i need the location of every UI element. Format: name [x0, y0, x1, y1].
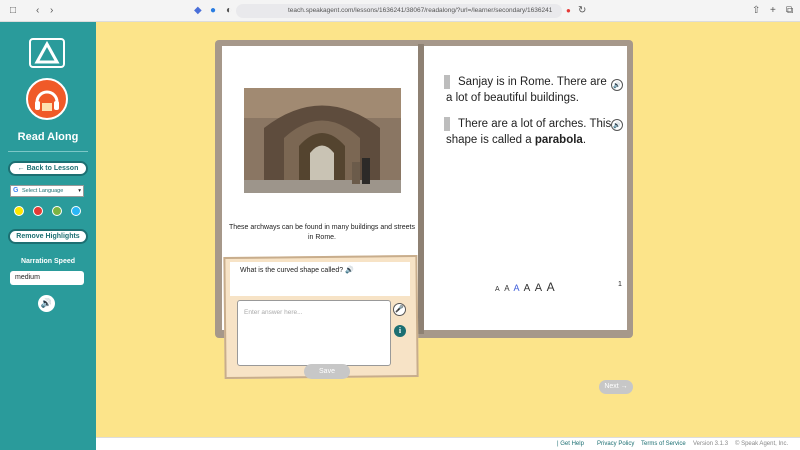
archways-photo: [244, 88, 401, 193]
font-size-option[interactable]: A: [524, 283, 532, 294]
forward-arrow-icon[interactable]: ›: [50, 4, 53, 18]
story-paragraph-1: Sanjay is in Rome. There are a lot of be…: [446, 76, 607, 104]
font-size-selector: A A A A A A: [495, 280, 556, 294]
narration-speed-label: Narration Speed: [20, 258, 76, 265]
address-bar[interactable]: teach.speakagent.com/lessons/1636241/380…: [236, 4, 562, 18]
back-arrow-icon[interactable]: ‹: [36, 4, 39, 18]
highlight-green-button[interactable]: [52, 206, 62, 216]
paragraph-1-speaker-icon[interactable]: 🔊: [611, 79, 623, 91]
info-icon[interactable]: i: [394, 325, 406, 337]
version-text: Version 3.1.3: [693, 441, 729, 447]
page-number: 1: [618, 281, 622, 288]
vocab-word[interactable]: parabola: [535, 134, 583, 146]
paragraph-2-speaker-icon[interactable]: 🔊: [611, 119, 623, 131]
font-size-option[interactable]: A: [535, 282, 543, 294]
record-icon[interactable]: ●: [566, 4, 571, 18]
back-to-lesson-button[interactable]: ← Back to Lesson: [8, 161, 88, 176]
question-label: What is the curved shape called?: [240, 267, 344, 274]
chevron-down-icon: ▾: [78, 188, 81, 194]
narration-speed-select[interactable]: medium: [10, 271, 84, 285]
remove-highlights-button[interactable]: Remove Highlights: [8, 229, 88, 244]
language-select-label: Select Language: [22, 188, 64, 194]
new-tab-icon[interactable]: +: [770, 4, 776, 18]
font-size-option[interactable]: A: [504, 284, 510, 293]
next-button[interactable]: Next →: [599, 380, 633, 394]
highlight-red-button[interactable]: [33, 206, 43, 216]
url-text: teach.speakagent.com/lessons/1636241/380…: [288, 7, 553, 14]
story-paragraph-2-end: .: [582, 134, 587, 146]
question-text: What is the curved shape called? 🔊: [240, 266, 354, 274]
story-paragraph-2-text: There are a lot of arches. This shape is…: [446, 118, 612, 146]
story-paragraph-2: There are a lot of arches. This shape is…: [446, 116, 612, 148]
copyright-text: © Speak Agent, Inc.: [735, 441, 789, 447]
language-select[interactable]: G Select Language ▾: [10, 185, 84, 197]
font-size-option[interactable]: A: [495, 286, 501, 293]
reload-icon[interactable]: ↻: [578, 4, 586, 18]
question-speaker-icon[interactable]: 🔊: [345, 267, 354, 274]
highlight-yellow-button[interactable]: [14, 206, 24, 216]
photo-caption: These archways can be found in many buil…: [229, 224, 415, 241]
google-icon: G: [13, 187, 19, 194]
sidebar-title: Read Along: [17, 131, 79, 143]
verified-icon[interactable]: ●: [210, 4, 216, 18]
save-button[interactable]: Save: [304, 364, 350, 379]
sidebar-toggle-icon[interactable]: □: [10, 4, 16, 18]
book-spine: [418, 44, 424, 334]
share-icon[interactable]: ⇧: [752, 4, 760, 18]
footer: | Get Help Privacy Policy Terms of Servi…: [96, 437, 800, 450]
font-size-option-selected[interactable]: A: [514, 283, 521, 293]
tabs-icon[interactable]: ⧉: [786, 4, 793, 18]
privacy-policy-link[interactable]: Privacy Policy: [597, 438, 634, 450]
narration-speaker-icon[interactable]: 🔊: [38, 295, 55, 312]
font-size-option[interactable]: A: [547, 280, 556, 294]
answer-input[interactable]: Enter answer here...: [237, 300, 391, 366]
microphone-icon[interactable]: 🎤: [393, 303, 406, 316]
extension-icon[interactable]: ◆: [194, 4, 202, 18]
privacy-icon[interactable]: ◐: [226, 4, 232, 18]
headphones-book-avatar-icon: [26, 78, 68, 120]
speak-agent-logo-icon[interactable]: [29, 38, 65, 68]
sidebar: Read Along ← Back to Lesson G Select Lan…: [0, 22, 96, 450]
terms-of-service-link[interactable]: Terms of Service: [641, 438, 686, 450]
highlight-blue-button[interactable]: [71, 206, 81, 216]
sidebar-divider: [8, 151, 88, 152]
get-help-link[interactable]: | Get Help: [557, 438, 584, 450]
browser-toolbar: □ ‹ › ◆ ● ◐ teach.speakagent.com/lessons…: [0, 0, 800, 22]
